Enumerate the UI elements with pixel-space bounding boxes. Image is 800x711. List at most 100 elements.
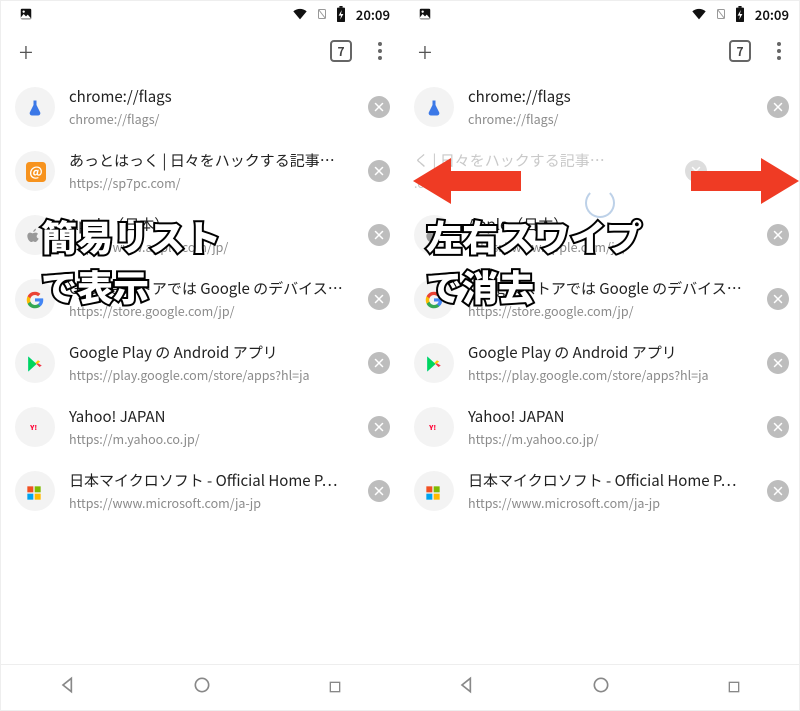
tab-text: Apple（日本）https://www.apple.com/jp/ [454, 214, 767, 256]
tab-url: https://play.google.com/store/apps?hl=ja [69, 365, 360, 384]
tab-row[interactable]: Y! Yahoo! JAPANhttps://m.yahoo.co.jp/ [400, 395, 799, 459]
menu-button[interactable] [767, 42, 791, 60]
close-tab-button[interactable] [368, 96, 390, 118]
nav-recents-button[interactable] [726, 676, 742, 700]
browser-toolbar: + 7 [400, 27, 799, 75]
close-tab-button[interactable] [368, 352, 390, 374]
tab-favicon [15, 279, 55, 319]
close-tab-button[interactable] [767, 96, 789, 118]
tab-title: 日本マイクロソフト - Official Home P… [69, 470, 360, 491]
tab-row[interactable]: Google Play の Android アプリ https://play.go… [400, 331, 799, 395]
tab-switcher-button[interactable]: 7 [729, 40, 751, 62]
browser-toolbar: + 7 [1, 27, 400, 75]
tab-title: あっとはっく | 日々をハックする記事… [69, 150, 360, 171]
svg-text:Y!: Y! [29, 423, 37, 433]
status-bar: 20:09 [400, 1, 799, 27]
tab-row[interactable]: chrome://flags chrome://flags/ [400, 75, 799, 139]
tab-favicon [15, 471, 55, 511]
tab-url: chrome://flags/ [468, 109, 759, 128]
tab-row[interactable]: Y!Yahoo! JAPANhttps://m.yahoo.co.jp/ [1, 395, 400, 459]
new-tab-button[interactable]: + [408, 33, 442, 70]
tab-favicon [15, 87, 55, 127]
phone-right: 20:09 + 7 chrome://flagschrome://flags/@… [400, 1, 799, 710]
close-tab-button[interactable] [767, 480, 789, 502]
nav-home-button[interactable] [591, 675, 611, 700]
tab-title: Apple（日本） [468, 214, 759, 235]
wifi-icon [292, 6, 308, 22]
tab-row[interactable]: chrome://flags chrome://flags/ [1, 75, 400, 139]
nav-bar [1, 664, 400, 710]
tab-text: あっとはっく | 日々をハックする記事… https://sp7pc.com/ [55, 150, 368, 192]
tab-text: 日本マイクロソフト - Official Home P… https://www.… [454, 470, 767, 512]
tab-favicon: Y! [414, 407, 454, 447]
tab-title: く | 日々をハックする記事… [414, 150, 759, 171]
close-tab-button[interactable] [368, 288, 390, 310]
tab-text: Yahoo! JAPANhttps://m.yahoo.co.jp/ [454, 406, 767, 448]
tab-text: Google ストアでは Google のデバイス… https://store.… [55, 278, 368, 320]
tab-favicon [414, 87, 454, 127]
tab-row[interactable]: 日本マイクロソフト - Official Home P… https://www.… [400, 459, 799, 523]
tab-title: chrome://flags [69, 86, 360, 107]
close-tab-button[interactable] [767, 288, 789, 310]
tab-switcher-button[interactable]: 7 [330, 40, 352, 62]
status-time: 20:09 [356, 5, 390, 24]
tab-url: https://store.google.com/jp/ [69, 301, 360, 320]
tab-favicon: @ [15, 151, 55, 191]
tab-url: https://m.yahoo.co.jp/ [69, 429, 360, 448]
tab-text: Google Play の Android アプリ https://play.go… [454, 342, 767, 384]
tab-row[interactable]: Google ストアでは Google のデバイス…https://store.… [400, 267, 799, 331]
tab-url: https://store.google.com/jp/ [468, 301, 759, 320]
tab-text: chrome://flags chrome://flags/ [454, 86, 767, 128]
tab-row[interactable]: Google Play の Android アプリ https://play.go… [1, 331, 400, 395]
tab-url: https://www.apple.com/jp/ [69, 237, 360, 256]
nav-back-button[interactable] [457, 675, 477, 700]
image-icon [19, 7, 33, 21]
tab-text: Google ストアでは Google のデバイス…https://store.… [454, 278, 767, 320]
tab-title: Google Play の Android アプリ [468, 342, 759, 363]
tab-title: Yahoo! JAPAN [468, 406, 759, 427]
tab-row[interactable]: Apple（日本） https://www.apple.com/jp/ [1, 203, 400, 267]
nav-recents-button[interactable] [327, 676, 343, 700]
close-tab-button[interactable] [767, 224, 789, 246]
close-tab-button[interactable] [368, 416, 390, 438]
tab-row[interactable]: Google ストアでは Google のデバイス… https://store.… [1, 267, 400, 331]
tab-url: https://play.google.com/store/apps?hl=ja [468, 365, 759, 384]
status-time: 20:09 [755, 5, 789, 24]
close-tab-button[interactable] [368, 480, 390, 502]
battery-charging-icon [336, 6, 346, 22]
tab-favicon [414, 279, 454, 319]
nav-home-button[interactable] [192, 675, 212, 700]
close-tab-button[interactable] [368, 160, 390, 182]
tab-title: Apple（日本） [69, 214, 360, 235]
tab-list: chrome://flagschrome://flags/@く | 日々をハック… [400, 75, 799, 664]
nav-back-button[interactable] [58, 675, 78, 700]
tab-text: Google Play の Android アプリ https://play.go… [55, 342, 368, 384]
tab-favicon [414, 215, 454, 255]
menu-button[interactable] [368, 42, 392, 60]
tab-title: Google Play の Android アプリ [69, 342, 360, 363]
close-tab-button[interactable] [767, 352, 789, 374]
tab-title: 日本マイクロソフト - Official Home P… [468, 470, 759, 491]
close-tab-button[interactable] [368, 224, 390, 246]
close-tab-button[interactable] [685, 160, 707, 182]
tab-url: .com/ [414, 173, 759, 192]
tab-title: chrome://flags [468, 86, 759, 107]
tab-title: Google ストアでは Google のデバイス… [69, 278, 360, 299]
image-icon [418, 7, 432, 21]
tab-favicon: Y! [15, 407, 55, 447]
tab-row[interactable]: @ あっとはっく | 日々をハックする記事… https://sp7pc.com/ [1, 139, 400, 203]
close-tab-button[interactable] [767, 416, 789, 438]
phone-left: 20:09 + 7 chrome://flags chrome://flags/ @… [1, 1, 400, 710]
new-tab-button[interactable]: + [9, 33, 43, 70]
tab-row[interactable]: @く | 日々をハックする記事….com/ [400, 139, 799, 203]
tab-favicon [15, 343, 55, 383]
svg-text:@: @ [29, 162, 42, 180]
status-bar: 20:09 [1, 1, 400, 27]
tab-text: 日本マイクロソフト - Official Home P…https://www.… [55, 470, 368, 512]
tab-url: chrome://flags/ [69, 109, 360, 128]
tab-url: https://www.microsoft.com/ja-jp [468, 493, 759, 512]
tab-row[interactable]: 日本マイクロソフト - Official Home P…https://www.… [1, 459, 400, 523]
tab-url: https://sp7pc.com/ [69, 173, 360, 192]
svg-text:Y!: Y! [428, 423, 436, 433]
wifi-icon [691, 6, 707, 22]
